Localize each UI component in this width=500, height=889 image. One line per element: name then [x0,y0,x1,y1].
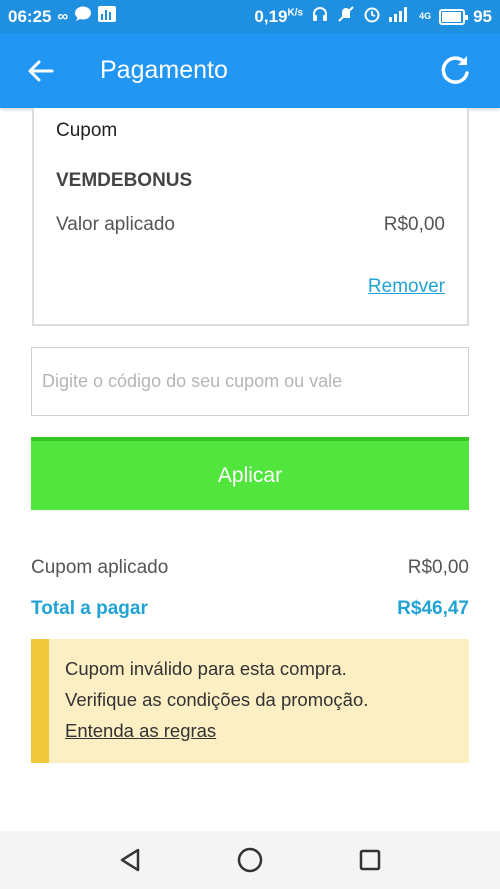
chat-icon [74,6,92,27]
system-nav-bar [0,831,500,889]
coupon-applied-label: Cupom aplicado [31,557,169,578]
refresh-button[interactable] [426,42,484,100]
invalid-coupon-warning: Cupom inválido para esta compra. Verifiq… [31,639,469,763]
page-title: Pagamento [100,56,228,84]
total-row: Total a pagar R$46,47 [31,598,469,620]
back-button[interactable] [12,42,70,100]
apply-coupon-button[interactable]: Aplicar [31,437,469,510]
warning-line-1: Cupom inválido para esta compra. [65,658,347,679]
applied-value-label: Valor aplicado [56,214,176,235]
warning-line-2: Verifique as condições da promoção. [65,689,369,710]
coupon-code-input[interactable] [31,347,469,416]
coupon-applied-row: Cupom aplicado R$0,00 [31,557,469,579]
status-bar: 06:25 ∞ 0,19K/s 4G 95 [0,0,500,33]
mute-icon [337,5,355,28]
total-label: Total a pagar [31,598,148,619]
signal-icon [389,6,411,27]
headphones-icon [311,5,329,28]
refresh-icon [441,55,469,84]
battery-level: 95 [473,6,492,26]
remove-coupon-link[interactable]: Remover [368,276,445,298]
network-speed: 0,19 [254,6,288,26]
coupon-label: Cupom [56,120,118,141]
coupon-applied-value: R$0,00 [407,557,469,578]
coupon-code: VEMDEBONUS [56,170,193,191]
home-circle-icon [237,847,263,873]
coupon-card: Cupom VEMDEBONUS Valor aplicado R$0,00 R… [32,108,469,326]
battery-icon [439,8,469,25]
app-bar: Pagamento [0,33,500,108]
recents-square-icon [359,849,381,871]
chart-icon [98,6,117,27]
nav-back-button[interactable] [108,838,152,882]
status-time: 06:25 [8,6,52,26]
network-type: 4G [419,11,432,21]
arrow-left-icon [28,60,54,81]
back-triangle-icon [120,848,140,872]
infinity-icon: ∞ [57,8,69,25]
nav-home-button[interactable] [228,838,272,882]
applied-value: R$0,00 [383,214,445,235]
alarm-icon [363,5,381,28]
apply-button-label: Aplicar [217,463,283,487]
nav-recents-button[interactable] [348,838,392,882]
rules-link[interactable]: Entenda as regras [65,715,469,746]
network-speed-unit: K/s [287,6,304,18]
total-value: R$46,47 [397,598,469,619]
